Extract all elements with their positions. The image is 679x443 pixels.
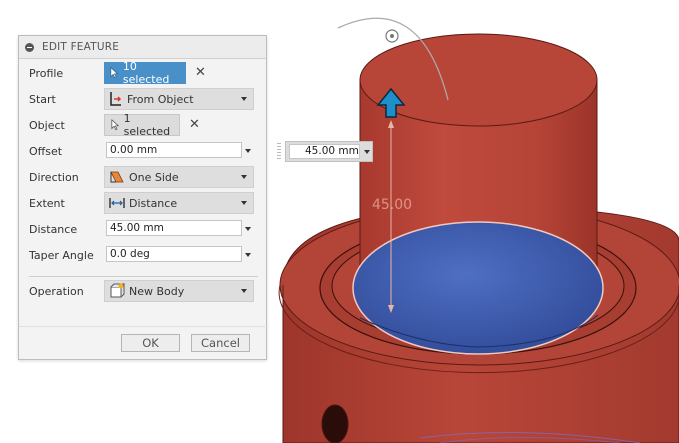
operation-value: New Body	[129, 284, 185, 298]
chevron-down-icon	[241, 289, 247, 293]
one-side-icon	[110, 171, 124, 183]
footer-divider	[19, 326, 268, 327]
taper-angle-row: Taper Angle 0.0 deg	[19, 244, 268, 266]
section-divider	[29, 276, 258, 277]
edit-feature-panel: EDIT FEATURE Profile 10 selected ✕ Start…	[18, 35, 268, 360]
start-value: From Object	[127, 92, 194, 106]
distance-label: Distance	[29, 223, 78, 236]
object-select-button[interactable]: 1 selected	[104, 112, 180, 138]
taper-angle-label: Taper Angle	[29, 249, 94, 262]
profile-label: Profile	[29, 67, 64, 80]
cancel-button[interactable]: Cancel	[191, 334, 250, 352]
cursor-icon	[111, 119, 120, 131]
offset-row: Offset 0.00 mm	[19, 140, 268, 162]
extent-row: Extent Distance	[19, 192, 268, 214]
chevron-down-icon[interactable]	[245, 253, 251, 257]
extent-value: Distance	[129, 196, 178, 210]
offset-label: Offset	[29, 145, 63, 158]
profile-select-button[interactable]: 10 selected	[104, 60, 186, 86]
viewport-distance-input[interactable]: 45.00 mm	[289, 144, 360, 159]
direction-label: Direction	[29, 171, 79, 184]
distance-row: Distance 45.00 mm	[19, 218, 268, 240]
extent-label: Extent	[29, 197, 65, 210]
start-label: Start	[29, 93, 56, 106]
from-object-icon	[110, 92, 122, 106]
profile-row: Profile 10 selected ✕	[19, 60, 268, 86]
chevron-down-icon	[241, 201, 247, 205]
object-value: 1 selected	[123, 112, 171, 138]
drag-grip-icon[interactable]	[277, 143, 281, 159]
panel-header[interactable]: EDIT FEATURE	[19, 36, 266, 59]
direction-dropdown[interactable]: One Side	[104, 166, 254, 188]
object-row: Object 1 selected ✕	[19, 112, 268, 138]
offset-input[interactable]: 0.00 mm	[106, 142, 242, 158]
panel-title: EDIT FEATURE	[42, 41, 120, 53]
profile-value: 10 selected	[122, 60, 170, 86]
ok-button[interactable]: OK	[121, 334, 180, 352]
clear-profile-icon[interactable]: ✕	[195, 66, 206, 79]
taper-angle-input[interactable]: 0.0 deg	[106, 246, 242, 262]
operation-row: Operation New Body	[19, 280, 268, 302]
operation-dropdown[interactable]: New Body	[104, 280, 254, 302]
chevron-down-icon[interactable]	[245, 227, 251, 231]
new-body-icon	[110, 283, 125, 298]
start-dropdown[interactable]: From Object	[104, 88, 254, 110]
object-label: Object	[29, 119, 65, 132]
chevron-down-icon[interactable]	[364, 150, 370, 154]
cursor-icon	[110, 67, 119, 79]
distance-input[interactable]: 45.00 mm	[106, 220, 242, 236]
chevron-down-icon	[241, 97, 247, 101]
distance-icon	[109, 198, 125, 208]
direction-row: Direction One Side	[19, 166, 268, 188]
viewport-distance-box: 45.00 mm	[285, 141, 373, 162]
extent-dropdown[interactable]: Distance	[104, 192, 254, 214]
clear-object-icon[interactable]: ✕	[189, 118, 200, 131]
direction-value: One Side	[129, 170, 179, 184]
operation-label: Operation	[29, 285, 84, 298]
collapse-icon[interactable]	[25, 42, 34, 52]
chevron-down-icon	[241, 175, 247, 179]
ghost-dimension-label: 45.00	[372, 197, 413, 213]
start-row: Start From Object	[19, 88, 268, 110]
chevron-down-icon[interactable]	[245, 149, 251, 153]
